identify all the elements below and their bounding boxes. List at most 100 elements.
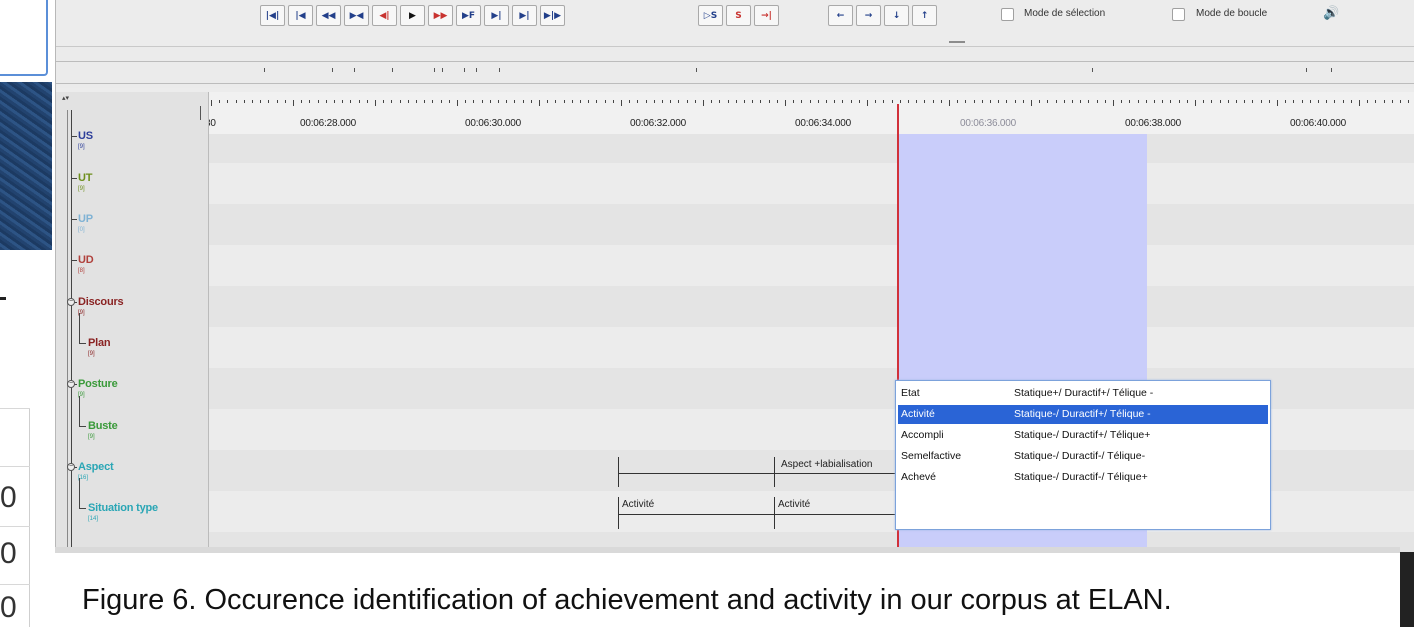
media-button-5[interactable]: ▶ xyxy=(400,5,425,26)
media-button-1[interactable]: |◀ xyxy=(288,5,313,26)
tier-expand-icon[interactable]: − xyxy=(67,463,75,471)
media-control-icon: ▶F xyxy=(461,10,476,21)
media-button-3[interactable]: ▶◀ xyxy=(344,5,369,26)
media-control-icon: ▶◀ xyxy=(349,10,364,21)
tier-expand-icon[interactable]: − xyxy=(67,298,75,306)
media-control-icon: ▷S xyxy=(703,10,718,21)
media-button-8[interactable]: ▶| xyxy=(484,5,509,26)
tier-label-buste[interactable]: Buste xyxy=(88,420,118,432)
ruler-tick xyxy=(1014,100,1016,103)
waveform-overview[interactable] xyxy=(56,46,1414,88)
tier-label-situation-type[interactable]: Situation type xyxy=(88,502,158,514)
media-control-icon: S xyxy=(735,10,742,21)
media-button-9[interactable]: ▶| xyxy=(512,5,537,26)
ruler-tick xyxy=(350,100,352,103)
ruler-tick xyxy=(1055,100,1057,103)
tree-connector xyxy=(79,478,80,508)
situation-annotation-label[interactable]: Activité xyxy=(622,499,654,510)
ruler-tick xyxy=(1137,100,1139,103)
figure-caption: Figure 6. Occurence identification of ac… xyxy=(82,584,1172,616)
vocabulary-suggestion-list[interactable]: Etat Statique+/ Duractif+/ Télique - Activ… xyxy=(895,380,1271,530)
vocabulary-option[interactable]: Achevé Statique-/ Duractif-/ Télique+ xyxy=(898,468,1268,487)
ruler-tick xyxy=(891,100,893,103)
ruler-tick xyxy=(489,100,491,103)
ruler-tick xyxy=(506,100,508,103)
nav-button-1[interactable]: → xyxy=(856,5,881,26)
nav-button-2[interactable]: ↓ xyxy=(884,5,909,26)
ruler-tick xyxy=(883,100,885,103)
tier-lane[interactable] xyxy=(209,204,1414,245)
ruler-tick xyxy=(1350,100,1352,103)
loop-mode-label: Mode de boucle xyxy=(1196,8,1268,19)
speaker-icon[interactable]: 🔊 xyxy=(1323,6,1341,22)
tier-expand-icon[interactable]: − xyxy=(67,380,75,388)
tier-label-ud[interactable]: UD xyxy=(78,254,94,266)
situation-annotation-label[interactable]: Activité xyxy=(778,499,810,510)
annotation-boundary[interactable] xyxy=(618,497,619,529)
tier-label-discours[interactable]: Discours xyxy=(78,296,124,308)
ruler-tick xyxy=(1162,100,1164,103)
media-button-4[interactable]: ◀| xyxy=(372,5,397,26)
ruler-tick xyxy=(735,100,737,103)
vocabulary-option[interactable]: Accompli Statique-/ Duractif+/ Télique+ xyxy=(898,426,1268,445)
time-ruler[interactable]: 30 00:06:28.000 00:06:30.000 00:06:32.000 00… xyxy=(209,92,1414,134)
vocabulary-option[interactable]: Etat Statique+/ Duractif+/ Télique - xyxy=(898,384,1268,403)
tier-lane[interactable] xyxy=(209,245,1414,286)
media-button-7[interactable]: ▶F xyxy=(456,5,481,26)
media-button-6[interactable]: ▶▶ xyxy=(428,5,453,26)
overview-tick xyxy=(442,68,443,72)
toolbar-resize-grip[interactable] xyxy=(949,41,965,43)
selection-button-2[interactable]: →| xyxy=(754,5,779,26)
vocabulary-option[interactable]: Activité Statique-/ Duractif+/ Télique - xyxy=(898,405,1268,424)
ruler-time-label: 00:06:40.000 xyxy=(1290,118,1346,129)
annotation-boundary[interactable] xyxy=(774,457,775,487)
tier-label-up[interactable]: UP xyxy=(78,213,93,225)
tier-label-posture[interactable]: Posture xyxy=(78,378,118,390)
ruler-tick xyxy=(407,100,409,103)
ruler-tick xyxy=(465,100,467,103)
ruler-tick xyxy=(1367,100,1369,103)
ruler-tick xyxy=(1121,100,1123,103)
aspect-annotation-label[interactable]: Aspect +labialisation xyxy=(781,459,872,470)
ruler-tick xyxy=(1260,100,1262,103)
selection-button-1[interactable]: S xyxy=(726,5,751,26)
ruler-tick xyxy=(711,100,713,103)
tier-label-plan[interactable]: Plan xyxy=(88,337,111,349)
ruler-tick xyxy=(694,100,696,103)
panel-splitter[interactable] xyxy=(200,106,201,120)
nav-button-0[interactable]: ← xyxy=(828,5,853,26)
vocabulary-option[interactable]: Semelfactive Statique-/ Duractif-/ Téliqu… xyxy=(898,447,1268,466)
tier-label-aspect[interactable]: Aspect xyxy=(78,461,114,473)
media-control-icon: |◀| xyxy=(265,10,280,21)
ruler-tick xyxy=(899,100,901,103)
tier-lane[interactable] xyxy=(209,163,1414,204)
ruler-tick xyxy=(1145,100,1147,103)
ruler-tick xyxy=(276,100,278,103)
collapse-arrows-icon[interactable]: ▴▾ xyxy=(62,94,69,102)
annotation-boundary[interactable] xyxy=(618,457,619,487)
ruler-tick xyxy=(809,100,811,103)
tier-label-us[interactable]: US xyxy=(78,130,93,142)
media-button-2[interactable]: ◀◀ xyxy=(316,5,341,26)
ruler-tick xyxy=(1080,100,1082,103)
media-button-10[interactable]: ▶|▶ xyxy=(540,5,565,26)
media-control-icon: ◀◀ xyxy=(321,10,336,21)
media-button-0[interactable]: |◀| xyxy=(260,5,285,26)
ruler-tick xyxy=(1178,100,1180,103)
ruler-tick xyxy=(1211,100,1213,103)
annotation-boundary[interactable] xyxy=(774,497,775,529)
option-label: Achevé xyxy=(901,471,937,483)
selection-mode-checkbox[interactable] xyxy=(1001,8,1014,21)
nav-button-3[interactable]: ↑ xyxy=(912,5,937,26)
tier-label-ut[interactable]: UT xyxy=(78,172,92,184)
tier-lane[interactable] xyxy=(209,327,1414,368)
selection-button-0[interactable]: ▷S xyxy=(698,5,723,26)
tier-lane[interactable] xyxy=(209,286,1414,327)
document-table: 0 0 0 xyxy=(0,408,30,627)
ruler-tick xyxy=(703,100,704,106)
ruler-tick xyxy=(1342,100,1344,103)
loop-mode-checkbox[interactable] xyxy=(1172,8,1185,21)
ruler-tick xyxy=(1129,100,1131,103)
ruler-tick xyxy=(424,100,426,103)
ruler-tick xyxy=(301,100,303,103)
